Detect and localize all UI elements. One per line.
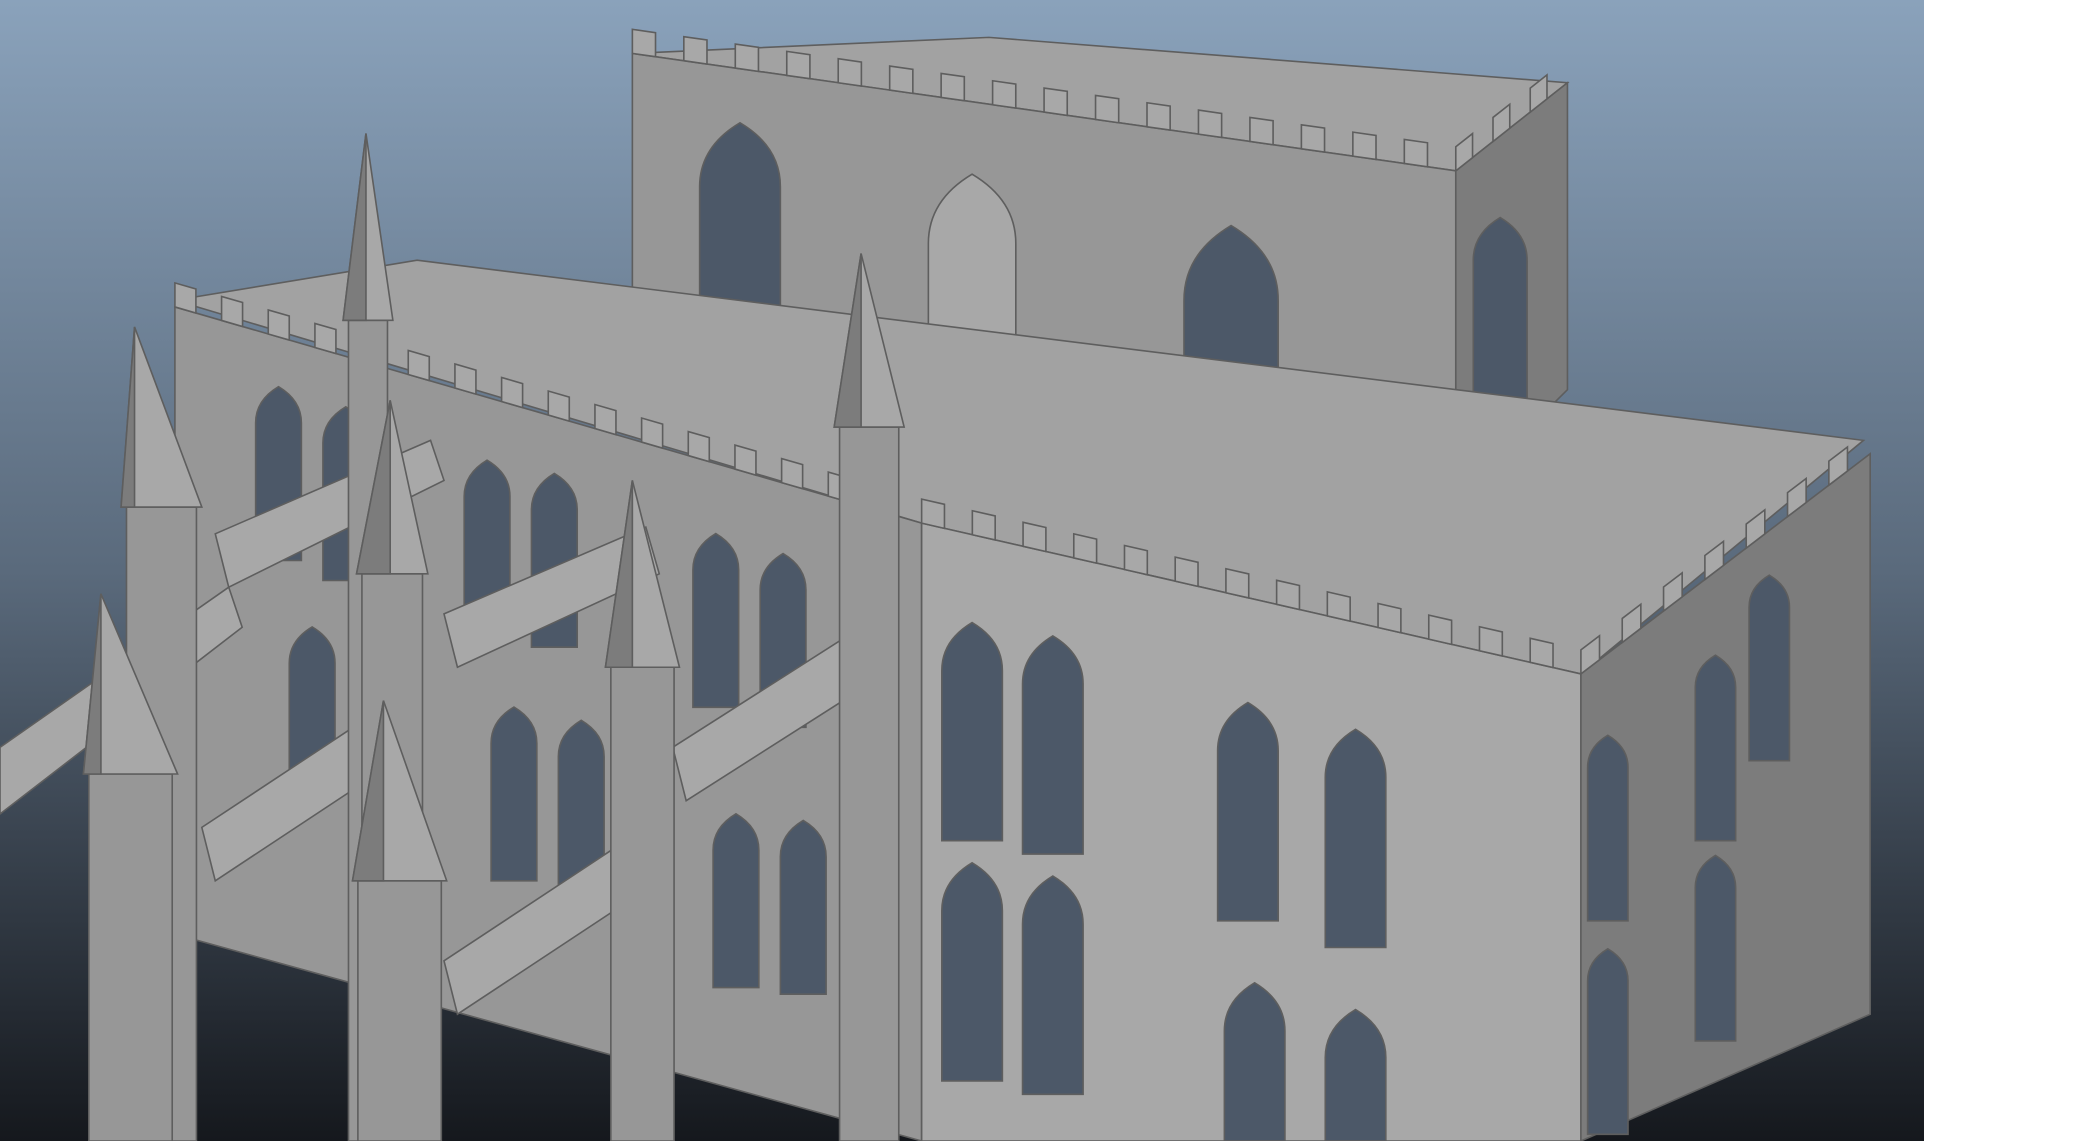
spire-pillar: [838, 426, 900, 1141]
upper-battlement: [1249, 116, 1274, 146]
front-battlement: [1123, 544, 1149, 576]
gothic-window: [1223, 981, 1286, 1141]
upper-battlement: [683, 35, 708, 65]
gothic-window: [779, 819, 827, 996]
gothic-window: [1748, 574, 1791, 762]
front-battlement: [1529, 637, 1554, 669]
spire-pillar: [610, 666, 675, 1141]
upper-battlement: [837, 57, 863, 87]
gothic-window: [692, 532, 740, 709]
front-battlement: [1427, 614, 1453, 646]
gothic-window: [490, 706, 538, 882]
left-battlement: [547, 389, 571, 423]
gothic-window: [1586, 947, 1629, 1136]
front-battlement: [1326, 590, 1351, 623]
upper-battlement: [631, 28, 657, 58]
upper-battlement: [734, 43, 760, 73]
gothic-window: [712, 812, 760, 989]
gothic-window: [941, 621, 1004, 842]
left-battlement: [734, 443, 757, 477]
front-battlement: [1225, 567, 1250, 599]
upper-side-window: [1472, 216, 1528, 408]
gothic-window: [1324, 728, 1387, 949]
front-battlement: [1174, 556, 1199, 588]
gothic-window: [1586, 734, 1629, 922]
left-battlement: [500, 376, 524, 409]
left-battlement: [780, 457, 804, 490]
upper-battlement: [991, 79, 1017, 109]
upper-battlement: [1043, 87, 1069, 117]
upper-battlement: [1403, 138, 1429, 168]
front-battlement: [1275, 579, 1301, 611]
gothic-window: [941, 861, 1004, 1082]
spire-pillar: [87, 773, 174, 1141]
front-battlement: [1022, 521, 1047, 553]
left-battlement: [220, 295, 244, 328]
gothic-window: [1324, 1008, 1387, 1141]
left-battlement: [640, 416, 664, 450]
left-battlement: [594, 403, 617, 436]
upper-battlement: [888, 65, 914, 95]
upper-battlement: [1146, 101, 1171, 132]
front-battlement: [920, 498, 946, 530]
left-battlement: [267, 308, 291, 342]
empty-margin: [1924, 0, 2092, 1141]
upper-battlement: [940, 72, 966, 102]
gothic-window: [1216, 701, 1279, 922]
left-battlement: [314, 322, 337, 355]
front-battlement: [971, 509, 996, 541]
stage: [0, 0, 2092, 1141]
spire-pillar: [357, 879, 443, 1141]
upper-battlement: [1300, 123, 1326, 154]
gothic-window: [1021, 875, 1084, 1096]
gothic-window: [1694, 854, 1737, 1042]
upper-battlement: [1352, 131, 1377, 161]
upper-battlement: [1094, 94, 1120, 124]
gothic-window: [1021, 634, 1084, 855]
upper-battlement: [785, 50, 811, 80]
front-battlement: [1072, 532, 1098, 565]
cathedral-render: [0, 0, 1924, 1141]
3d-viewport[interactable]: [0, 0, 1924, 1141]
left-battlement: [687, 430, 711, 463]
upper-window: [698, 121, 782, 308]
left-battlement: [407, 349, 431, 382]
upper-battlement: [1197, 109, 1223, 139]
left-battlement: [454, 362, 477, 396]
gothic-window: [1694, 654, 1737, 842]
left-battlement: [174, 281, 197, 315]
front-battlement: [1478, 625, 1504, 657]
front-battlement: [1377, 602, 1402, 634]
